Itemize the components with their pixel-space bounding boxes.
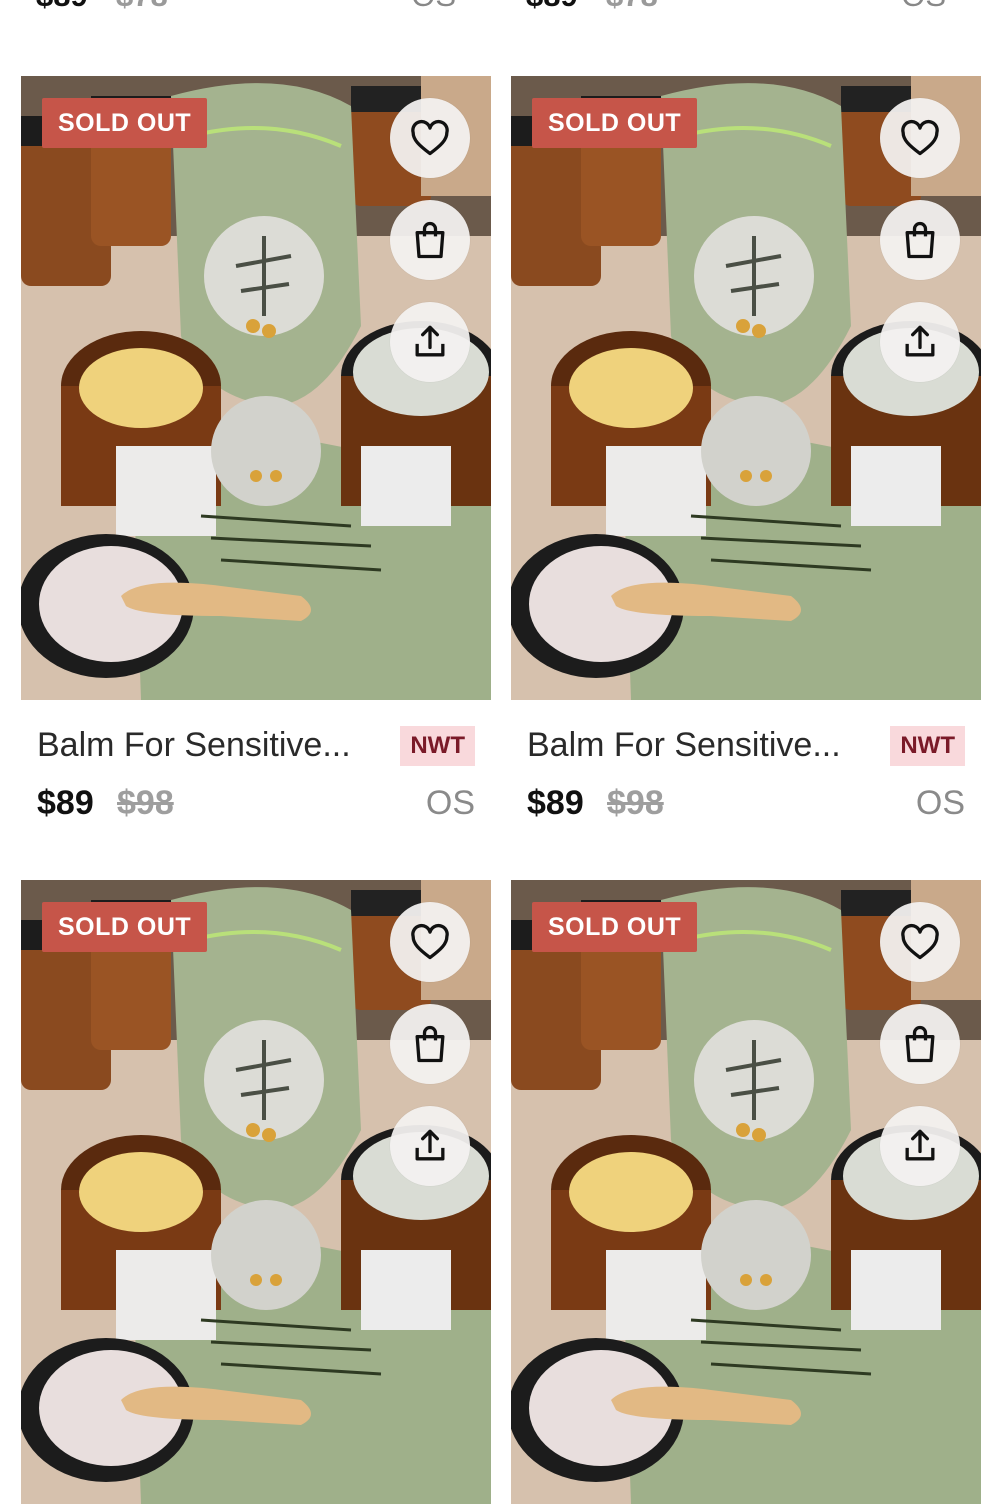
shopping-bag-icon <box>905 221 935 259</box>
heart-icon <box>901 119 939 156</box>
add-to-bag-button[interactable] <box>390 200 470 280</box>
share-button[interactable] <box>390 1106 470 1186</box>
listing-original-price: $78 <box>116 0 168 14</box>
condition-tag: NWT <box>890 726 965 766</box>
listing-original-price: $98 <box>117 784 174 822</box>
listing-image[interactable]: SOLD OUT <box>21 880 491 1504</box>
listing-info-partial[interactable]: $89 $78 OS <box>510 0 962 22</box>
heart-icon <box>411 119 449 156</box>
listing-price: $89 <box>527 784 584 822</box>
sold-out-badge: SOLD OUT <box>532 902 698 952</box>
sold-out-badge: SOLD OUT <box>42 902 208 952</box>
listing-original-price: $98 <box>607 784 664 822</box>
listing-size: OS <box>425 784 475 822</box>
share-icon <box>415 325 445 357</box>
share-button[interactable] <box>880 302 960 382</box>
like-button[interactable] <box>390 902 470 982</box>
listing-price: $89 <box>526 0 578 14</box>
share-icon <box>415 1129 445 1161</box>
share-button[interactable] <box>880 1106 960 1186</box>
share-icon <box>905 325 935 357</box>
add-to-bag-button[interactable] <box>880 200 960 280</box>
share-icon <box>905 1129 935 1161</box>
listing-title: Balm For Sensitive... <box>527 726 841 764</box>
listing-grid: $89 $78 OS $89 $78 OS SOLD OUT Balm For … <box>0 0 1000 1504</box>
shopping-bag-icon <box>415 221 445 259</box>
listing-size: OS <box>901 0 946 14</box>
listing-info[interactable]: Balm For Sensitive... NWT $89 $98 OS <box>511 700 981 830</box>
shopping-bag-icon <box>905 1025 935 1063</box>
share-button[interactable] <box>390 302 470 382</box>
listing-price: $89 <box>37 784 94 822</box>
listing-size: OS <box>915 784 965 822</box>
heart-icon <box>411 923 449 960</box>
like-button[interactable] <box>390 98 470 178</box>
like-button[interactable] <box>880 98 960 178</box>
like-button[interactable] <box>880 902 960 982</box>
listing-original-price: $78 <box>606 0 658 14</box>
add-to-bag-button[interactable] <box>390 1004 470 1084</box>
sold-out-badge: SOLD OUT <box>42 98 208 148</box>
add-to-bag-button[interactable] <box>880 1004 960 1084</box>
heart-icon <box>901 923 939 960</box>
condition-tag: NWT <box>400 726 475 766</box>
sold-out-badge: SOLD OUT <box>532 98 698 148</box>
listing-info[interactable]: Balm For Sensitive... NWT $89 $98 OS <box>21 700 491 830</box>
listing-image[interactable]: SOLD OUT <box>511 880 981 1504</box>
listing-info-partial[interactable]: $89 $78 OS <box>20 0 472 22</box>
listing-title: Balm For Sensitive... <box>37 726 351 764</box>
listing-image[interactable]: SOLD OUT <box>21 76 491 700</box>
listing-price: $89 <box>36 0 88 14</box>
shopping-bag-icon <box>415 1025 445 1063</box>
listing-image[interactable]: SOLD OUT <box>511 76 981 700</box>
listing-size: OS <box>411 0 456 14</box>
